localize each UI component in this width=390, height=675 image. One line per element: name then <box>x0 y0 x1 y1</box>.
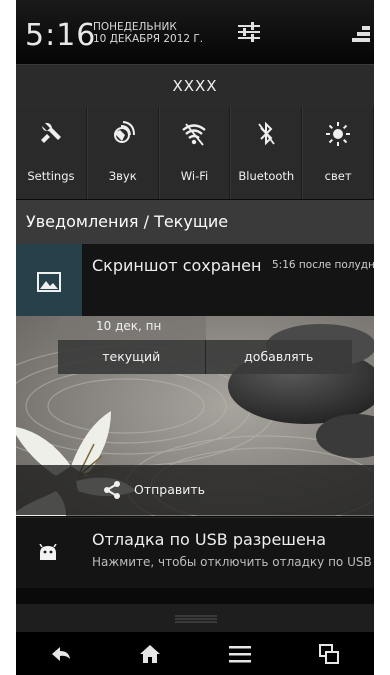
navigation-bar <box>16 632 374 675</box>
phone-screen: 5:16 ПОНЕДЕЛЬНИК 10 ДЕКАБРЯ 2012 Г. XXXX… <box>16 0 374 675</box>
quick-settings: Settings Звук Wi-Fi Bluetooth свет <box>16 107 374 199</box>
account-name: XXXX <box>172 77 218 95</box>
back-button[interactable] <box>16 632 106 675</box>
notification-title: Скриншот сохранен <box>92 256 262 275</box>
usb-debugging-notification[interactable]: Отладка по USB разрешена Нажмите, чтобы … <box>16 517 374 588</box>
preview-date-chip: 10 дек, пн <box>58 316 206 340</box>
share-button[interactable]: Отправить <box>16 465 374 515</box>
drag-handle[interactable] <box>16 604 374 632</box>
preview-action-row: текущий добавлять <box>58 340 352 374</box>
android-icon <box>39 544 57 560</box>
clear-all-icon[interactable] <box>352 24 370 44</box>
divider <box>16 588 374 604</box>
notification-subtitle: Нажмите, чтобы отключить отладку по USB <box>92 555 372 569</box>
preview-date: 10 дек, пн <box>96 319 162 333</box>
sound-icon <box>113 121 135 143</box>
menu-button[interactable] <box>195 632 285 675</box>
notification-header: 5:16 ПОНЕДЕЛЬНИК 10 ДЕКАБРЯ 2012 Г. <box>16 0 374 64</box>
settings-sliders-icon[interactable] <box>237 21 261 43</box>
date-label: 10 ДЕКАБРЯ 2012 Г. <box>93 33 204 45</box>
notification-title: Отладка по USB разрешена <box>92 530 327 549</box>
toggle-label: Звук <box>108 169 137 183</box>
toggle-label: свет <box>324 169 352 183</box>
toggle-sound[interactable]: Звук <box>86 107 159 199</box>
recent-apps-icon <box>319 644 340 664</box>
recent-apps-button[interactable] <box>285 632 375 675</box>
action-add-button[interactable]: добавлять <box>206 340 353 374</box>
notification-icon-box <box>16 244 82 316</box>
bluetooth-icon <box>258 121 276 146</box>
menu-icon <box>228 646 251 663</box>
toggle-settings[interactable]: Settings <box>16 107 87 199</box>
screenshot-preview[interactable]: 10 дек, пн текущий добавлять Отправить <box>16 316 374 516</box>
notification-time: 5:16 после полудня <box>272 259 374 271</box>
share-icon <box>104 481 120 499</box>
home-button[interactable] <box>106 632 196 675</box>
wifi-icon <box>182 123 207 146</box>
action-current-button[interactable]: текущий <box>58 340 206 374</box>
home-icon <box>140 645 161 663</box>
toggle-label: Wi-Fi <box>180 169 209 183</box>
back-icon <box>51 647 70 661</box>
toggle-brightness[interactable]: свет <box>302 107 374 199</box>
wrench-icon <box>40 122 61 143</box>
toggle-bluetooth[interactable]: Bluetooth <box>230 107 303 199</box>
notifications-section-header: Уведомления / Текущие <box>16 200 374 244</box>
account-bar[interactable]: XXXX <box>16 64 374 108</box>
screenshot-notification[interactable]: Скриншот сохранен 5:16 после полудня <box>16 244 374 316</box>
toggle-label: Settings <box>27 169 75 183</box>
brightness-icon <box>326 122 351 146</box>
toggle-label: Bluetooth <box>238 169 295 183</box>
share-label: Отправить <box>134 482 206 497</box>
clock: 5:16 <box>25 18 97 53</box>
weekday-label: ПОНЕДЕЛЬНИК <box>93 21 177 33</box>
picture-icon <box>37 272 61 292</box>
date-display: ПОНЕДЕЛЬНИК 10 ДЕКАБРЯ 2012 Г. <box>93 21 203 45</box>
grip-icon <box>175 615 217 623</box>
section-title: Уведомления / Текущие <box>26 212 229 231</box>
toggle-wifi[interactable]: Wi-Fi <box>158 107 231 199</box>
